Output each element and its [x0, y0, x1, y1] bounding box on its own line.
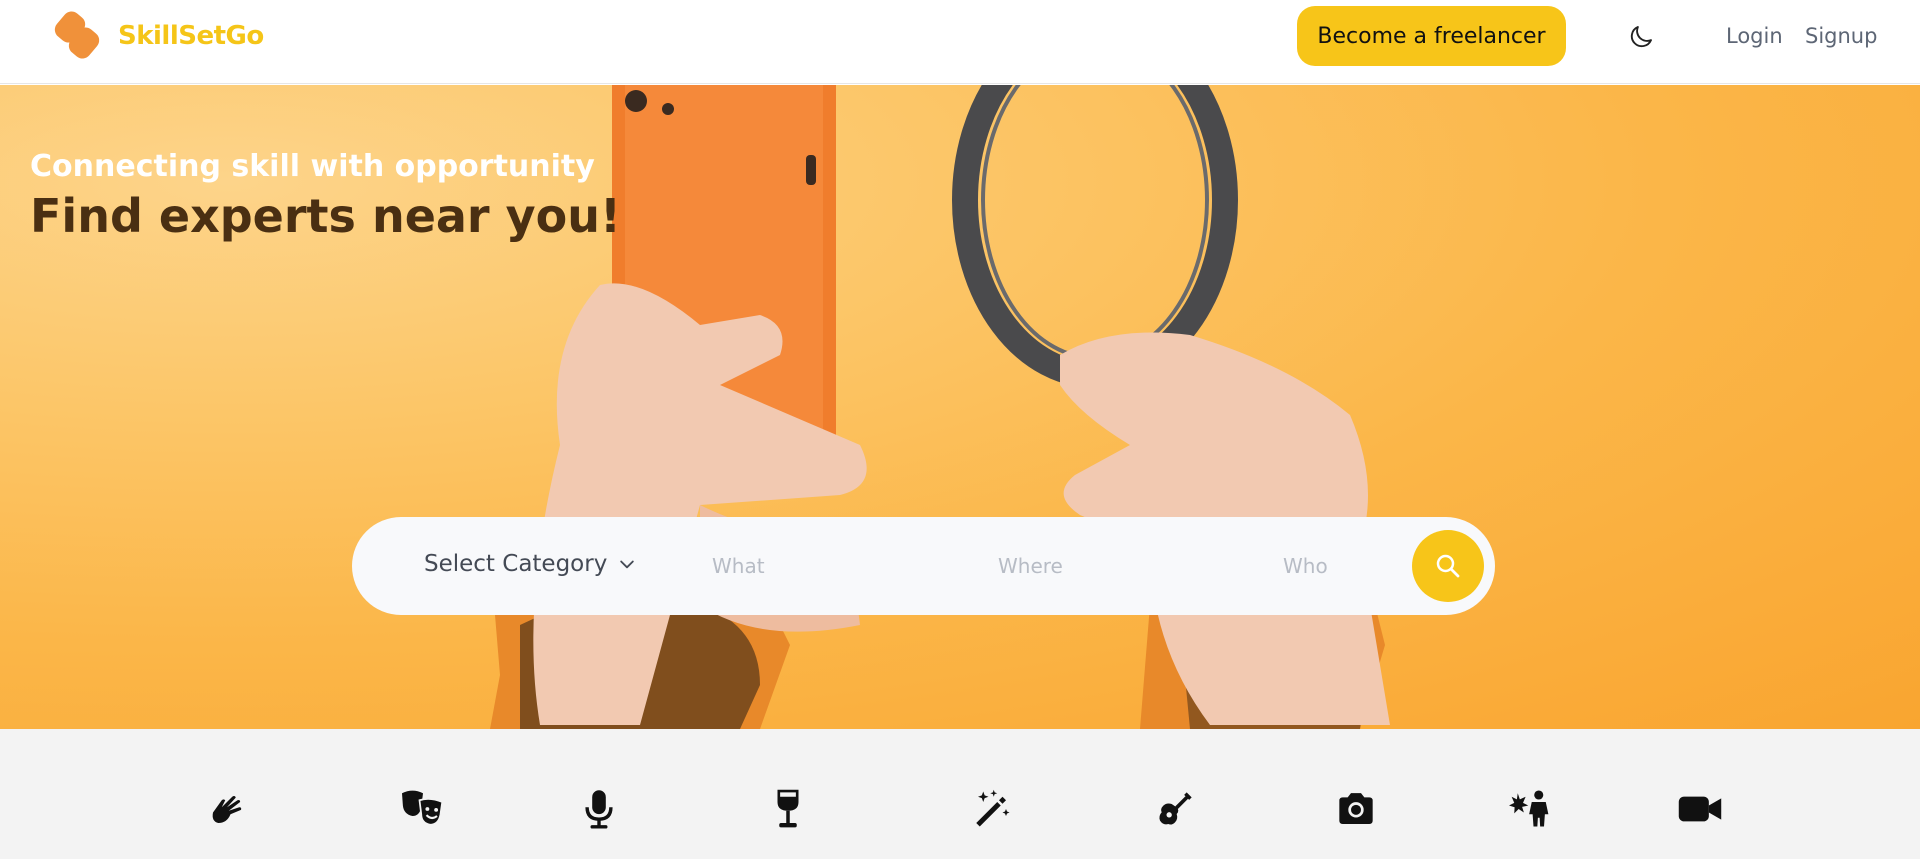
brand-name: SkillSetGo [118, 21, 264, 51]
category-dropdown[interactable]: Select Category [424, 551, 637, 577]
category-bartender[interactable] [764, 785, 812, 833]
search-button[interactable] [1412, 530, 1484, 602]
hero-title: Find experts near you! [30, 189, 621, 243]
brand-logo-icon [54, 11, 100, 59]
category-magician[interactable] [968, 785, 1016, 833]
search-icon [1436, 554, 1460, 578]
what-input[interactable] [712, 539, 932, 593]
hero-tagline: Connecting skill with opportunity [30, 149, 595, 184]
top-navbar: SkillSetGo Become a freelancer Login Sig… [0, 0, 1920, 84]
chevron-down-icon [620, 560, 635, 569]
category-musician[interactable] [1151, 785, 1199, 833]
wine-glass-icon [777, 789, 799, 828]
become-freelancer-button[interactable]: Become a freelancer [1297, 6, 1566, 66]
signup-link[interactable]: Signup [1805, 24, 1877, 48]
camera-icon [1339, 793, 1373, 824]
category-photographer[interactable] [1332, 785, 1380, 833]
category-strip [0, 729, 1920, 859]
theater-masks-icon [402, 790, 444, 826]
category-theater[interactable] [399, 785, 447, 833]
hero-banner: Connecting skill with opportunity Find e… [0, 85, 1920, 729]
moon-icon [1630, 26, 1652, 48]
category-dropdown-label: Select Category [424, 551, 608, 577]
category-kids-entertainer[interactable] [1506, 785, 1554, 833]
where-input[interactable] [998, 539, 1218, 593]
category-singer[interactable] [575, 785, 623, 833]
brand[interactable]: SkillSetGo [50, 8, 264, 64]
category-sign-language[interactable] [203, 785, 251, 833]
microphone-icon [585, 790, 613, 829]
login-link[interactable]: Login [1726, 24, 1783, 48]
video-camera-icon [1678, 796, 1722, 822]
theme-toggle-button[interactable] [1622, 18, 1660, 56]
child-sparkle-icon [1509, 790, 1549, 827]
category-videographer[interactable] [1676, 785, 1724, 833]
magic-wand-icon [976, 789, 1010, 827]
guitar-icon [1159, 792, 1192, 825]
search-bar: Select Category [352, 517, 1495, 615]
sign-language-icon [212, 796, 242, 823]
